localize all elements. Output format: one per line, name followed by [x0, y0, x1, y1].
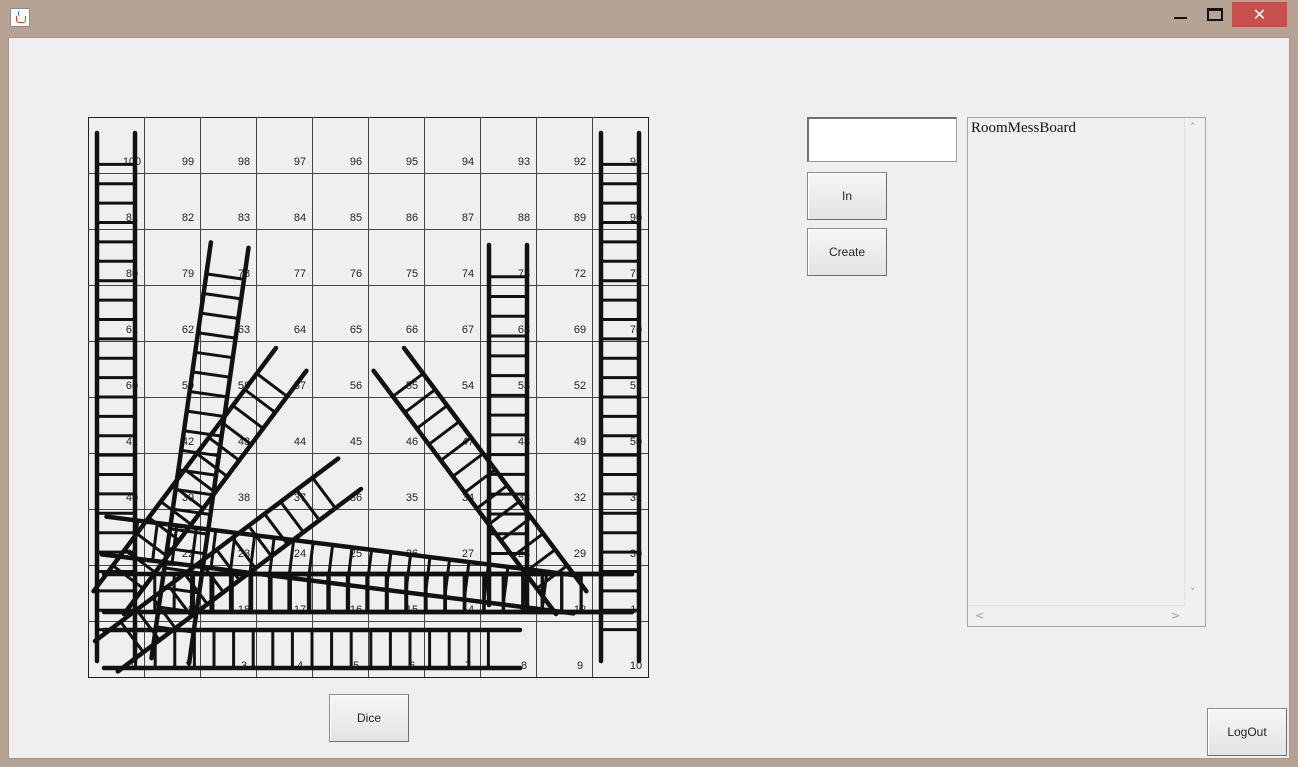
cell-number: 75	[406, 268, 418, 280]
cell-number: 62	[182, 324, 194, 336]
close-icon[interactable]: ✕	[1232, 2, 1287, 27]
cell-number: 84	[294, 212, 306, 224]
title-bar: ✕	[0, 0, 1298, 37]
cell-number: 63	[238, 324, 250, 336]
cell-number: 44	[294, 436, 306, 448]
cell-number: 45	[350, 436, 362, 448]
cell-number: 72	[574, 268, 586, 280]
cell-number: 96	[350, 156, 362, 168]
room-input[interactable]	[807, 117, 957, 162]
cell-number: 88	[518, 212, 530, 224]
cell-number: 29	[574, 548, 586, 560]
cell-number: 94	[462, 156, 474, 168]
cell-number: 9	[577, 660, 583, 672]
cell-number: 64	[294, 324, 306, 336]
cell-number: 100	[123, 156, 141, 168]
cell-number: 52	[574, 380, 586, 392]
cell-number: 69	[574, 324, 586, 336]
scroll-up-icon[interactable]: ˄	[1190, 122, 1196, 133]
in-button[interactable]: In	[807, 172, 887, 220]
cell-number: 98	[238, 156, 250, 168]
cell-number: 46	[406, 436, 418, 448]
cell-number: 24	[294, 548, 306, 560]
cell-number: 77	[294, 268, 306, 280]
room-message-board[interactable]: RoomMessBoard ˄ ˅ < >	[967, 117, 1206, 627]
cell-number: 27	[462, 548, 474, 560]
cell-number: 8	[521, 660, 527, 672]
scroll-down-icon[interactable]: ˅	[1190, 587, 1196, 598]
cell-number: 86	[406, 212, 418, 224]
cell-number: 67	[462, 324, 474, 336]
cell-number: 92	[574, 156, 586, 168]
cell-number: 87	[462, 212, 474, 224]
cell-number: 54	[462, 380, 474, 392]
vertical-scrollbar[interactable]: ˄ ˅	[1184, 118, 1205, 606]
dice-button[interactable]: Dice	[329, 694, 409, 742]
maximize-icon[interactable]	[1199, 2, 1229, 26]
horizontal-scrollbar[interactable]: < >	[968, 605, 1185, 626]
cell-number: 74	[462, 268, 474, 280]
cell-number: 65	[350, 324, 362, 336]
scroll-left-icon[interactable]: <	[975, 610, 984, 621]
cell-number: 38	[238, 492, 250, 504]
cell-number: 97	[294, 156, 306, 168]
cell-number: 85	[350, 212, 362, 224]
scroll-right-icon[interactable]: >	[1171, 610, 1180, 621]
cell-number: 76	[350, 268, 362, 280]
cell-number: 82	[182, 212, 194, 224]
cell-number: 83	[238, 212, 250, 224]
cell-number: 32	[574, 492, 586, 504]
cell-number: 79	[182, 268, 194, 280]
cell-number: 99	[182, 156, 194, 168]
cell-number: 56	[350, 380, 362, 392]
cell-number: 66	[406, 324, 418, 336]
message-board-text: RoomMessBoard	[971, 120, 1076, 136]
java-app-icon[interactable]	[10, 8, 30, 27]
minimize-icon[interactable]	[1166, 2, 1196, 26]
game-board: 100 99 98 97 96 95 94 93 92 9181 82 83 84 85 86 87 88 89 9…	[88, 117, 649, 678]
cell-number: 35	[406, 492, 418, 504]
cell-number: 89	[574, 212, 586, 224]
cell-number: 93	[518, 156, 530, 168]
cell-number: 95	[406, 156, 418, 168]
cell-number: 49	[574, 436, 586, 448]
create-button[interactable]: Create	[807, 228, 887, 276]
logout-button[interactable]: LogOut	[1207, 708, 1287, 756]
